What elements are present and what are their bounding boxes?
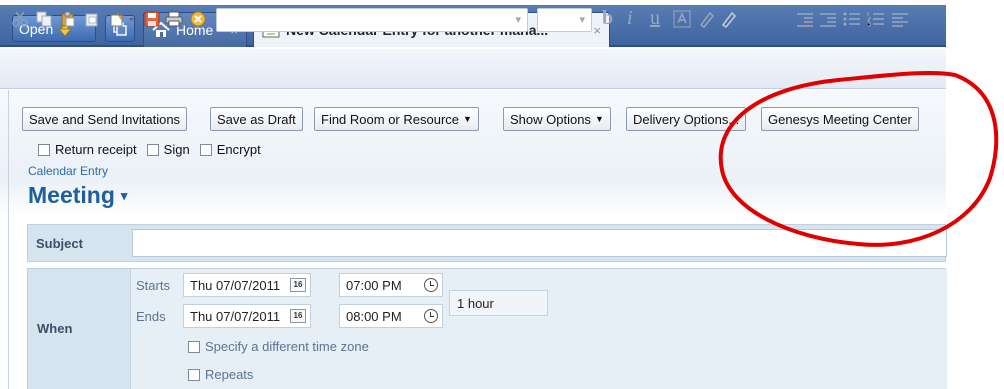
save-and-send-invitations-button[interactable]: Save and Send Invitations <box>22 107 188 131</box>
duration-display: 1 hour <box>449 290 548 316</box>
show-options-button[interactable]: Show Options ▼ <box>503 107 611 131</box>
subject-row: Subject <box>27 224 947 262</box>
font-family-select[interactable]: ▾ <box>216 8 528 32</box>
paste-special-icon[interactable] <box>82 9 102 29</box>
save-and-send-label: Save and Send Invitations <box>29 111 181 127</box>
end-date-value: Thu 07/07/2011 <box>190 309 281 324</box>
paste-icon[interactable] <box>58 9 78 29</box>
print-icon[interactable] <box>164 9 184 29</box>
end-date-field[interactable]: Thu 07/07/2011 16 <box>183 304 311 328</box>
clock-icon[interactable] <box>424 309 438 323</box>
clock-icon[interactable] <box>424 278 438 292</box>
date-picker-icon[interactable]: 16 <box>290 309 306 323</box>
show-options-label: Show Options <box>510 111 591 127</box>
return-receipt-checkbox[interactable] <box>38 143 50 156</box>
when-label: When <box>37 321 73 336</box>
repeats-option[interactable]: Repeats <box>188 367 253 382</box>
start-time-value: 07:00 PM <box>346 278 402 293</box>
encrypt-label: Encrypt <box>216 142 261 157</box>
text-color-icon[interactable] <box>672 9 692 29</box>
entry-type-selector[interactable]: Meeting ▾ <box>28 182 127 209</box>
delivery-options-button[interactable]: Delivery Options... <box>626 107 747 131</box>
repeats-label: Repeats <box>205 367 254 382</box>
window-top-edge <box>0 0 946 5</box>
highlight-icon[interactable] <box>697 9 717 29</box>
cut-icon[interactable] <box>10 9 30 29</box>
editor-toolbar <box>0 49 946 89</box>
subject-label: Subject <box>36 236 83 251</box>
copy-icon[interactable] <box>34 9 54 29</box>
indent-icon[interactable] <box>795 9 815 29</box>
delivery-options-label: Delivery Options... <box>633 111 740 127</box>
chevron-down-icon: ▾ <box>515 14 521 26</box>
find-room-label: Find Room or Resource <box>321 111 459 127</box>
divider <box>8 90 9 389</box>
sign-checkbox[interactable] <box>146 143 159 156</box>
genesys-meeting-center-button[interactable]: Genesys Meeting Center <box>761 107 919 131</box>
underline-button[interactable]: u <box>650 7 660 30</box>
encrypt-option[interactable]: Encrypt <box>199 142 261 157</box>
date-picker-icon[interactable]: 16 <box>290 278 306 292</box>
when-fields: Starts Thu 07/07/2011 16 07:00 PM Ends T… <box>130 269 947 389</box>
starts-label: Starts <box>136 278 170 293</box>
different-time-zone-option[interactable]: Specify a different time zone <box>188 339 369 354</box>
bullet-list-icon[interactable] <box>842 9 862 29</box>
return-receipt-option[interactable]: Return receipt <box>38 142 137 157</box>
save-as-draft-label: Save as Draft <box>217 111 296 127</box>
encrypt-checkbox[interactable] <box>199 143 212 156</box>
bold-button[interactable]: b <box>602 7 613 30</box>
entry-type-label: Calendar Entry <box>28 164 109 178</box>
end-time-field[interactable]: 08:00 PM <box>339 304 443 328</box>
italic-button[interactable]: i <box>627 7 633 30</box>
subject-input[interactable] <box>132 229 947 257</box>
sign-label: Sign <box>163 142 190 157</box>
end-time-value: 08:00 PM <box>346 309 402 324</box>
chevron-down-icon: ▾ <box>120 187 128 203</box>
start-date-field[interactable]: Thu 07/07/2011 16 <box>183 273 311 297</box>
tab-calendar-close-icon[interactable]: × <box>593 23 601 38</box>
font-size-select[interactable]: ▾ <box>537 8 592 32</box>
sign-option[interactable]: Sign <box>146 142 190 157</box>
numbered-list-icon[interactable] <box>866 9 886 29</box>
when-row: When Starts Thu 07/07/2011 16 07:00 PM E… <box>27 268 947 389</box>
save-icon[interactable] <box>142 9 162 29</box>
repeats-checkbox[interactable] <box>188 368 200 381</box>
new-icon[interactable] <box>108 9 138 29</box>
save-as-draft-button[interactable]: Save as Draft <box>210 107 303 131</box>
start-date-value: Thu 07/07/2011 <box>190 278 281 293</box>
chevron-down-icon: ▾ <box>579 14 585 26</box>
eraser-icon[interactable] <box>719 9 739 29</box>
send-options: Return receipt Sign Encrypt <box>38 142 261 157</box>
chevron-down-icon: ▼ <box>463 114 472 124</box>
time-zone-checkbox[interactable] <box>188 340 200 353</box>
align-left-icon[interactable] <box>890 9 910 29</box>
find-room-or-resource-button[interactable]: Find Room or Resource ▼ <box>314 107 479 131</box>
ends-label: Ends <box>136 309 166 324</box>
time-zone-label: Specify a different time zone <box>205 339 369 354</box>
start-time-field[interactable]: 07:00 PM <box>339 273 443 297</box>
genesys-meeting-center-label: Genesys Meeting Center <box>768 111 912 127</box>
page-title: Meeting <box>28 182 115 208</box>
return-receipt-label: Return receipt <box>55 142 137 157</box>
outdent-icon[interactable] <box>818 9 838 29</box>
cancel-icon[interactable] <box>188 9 208 29</box>
chevron-down-icon: ▼ <box>594 114 604 124</box>
